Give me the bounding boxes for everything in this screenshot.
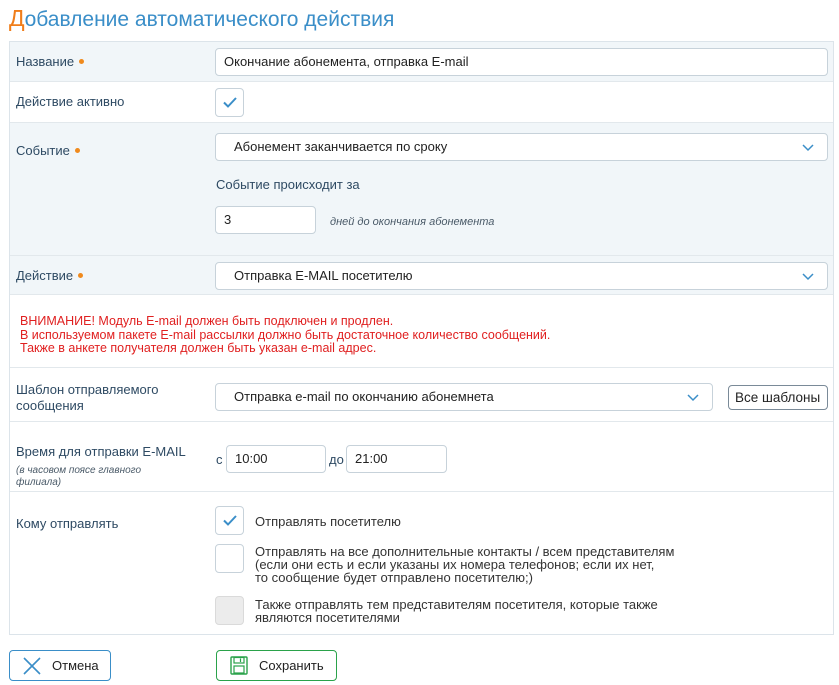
floppy-disk-icon xyxy=(230,656,248,675)
template-row: Шаблон отправляемого сообщения Отправка … xyxy=(10,368,833,422)
chevron-down-icon xyxy=(802,144,814,152)
send-to-visitor-label: Отправлять посетителю xyxy=(255,514,401,529)
warning-row: ВНИМАНИЕ! Модуль E-mail должен быть подк… xyxy=(10,295,833,368)
send-to-contacts-label: Отправлять на все дополнительные контакт… xyxy=(255,544,675,585)
send-to-representatives-label: Также отправлять тем представителям посе… xyxy=(255,597,658,625)
days-hint: дней до окончания абонемента xyxy=(330,216,495,228)
days-input[interactable]: 3 xyxy=(215,206,316,234)
required-dot-icon xyxy=(79,59,85,65)
action-label: Действие xyxy=(16,268,84,284)
send-to-visitor-representatives-checkbox[interactable] xyxy=(215,596,244,625)
active-label: Действие активно xyxy=(16,94,125,109)
name-row: Название Окончание абонемента, отправка … xyxy=(10,42,833,82)
send-to-visitor-checkbox[interactable] xyxy=(215,506,244,535)
name-input[interactable]: Окончание абонемента, отправка E-mail xyxy=(215,48,828,76)
event-occurs-label: Событие происходит за xyxy=(216,177,360,192)
all-templates-button[interactable]: Все шаблоны xyxy=(728,385,828,410)
action-select[interactable]: Отправка E-MAIL посетителю xyxy=(215,262,828,290)
send-to-contacts-checkbox[interactable] xyxy=(215,544,244,573)
email-warning: ВНИМАНИЕ! Модуль E-mail должен быть подк… xyxy=(20,314,551,355)
time-note: (в часовом поясе главного филиала) xyxy=(16,465,142,488)
cancel-button[interactable]: Отмена xyxy=(9,650,111,681)
event-row: Событие Абонемент заканчивается по сроку… xyxy=(10,123,833,256)
time-to-input[interactable]: 21:00 xyxy=(346,445,447,473)
required-dot-icon xyxy=(78,273,84,279)
time-from-input[interactable]: 10:00 xyxy=(226,445,326,473)
active-row: Действие активно xyxy=(10,82,833,123)
save-button[interactable]: Сохранить xyxy=(216,650,337,681)
check-icon xyxy=(223,515,237,526)
active-checkbox[interactable] xyxy=(215,88,244,117)
recipients-label: Кому отправлять xyxy=(16,516,119,531)
time-from-label: с xyxy=(216,452,223,467)
template-select[interactable]: Отправка e-mail по окончанию абонемнета xyxy=(215,383,713,411)
time-to-label: до xyxy=(329,452,344,467)
event-label: Событие xyxy=(16,143,80,159)
close-icon xyxy=(23,657,41,675)
chevron-down-icon xyxy=(802,273,814,281)
page-title: Добавление автоматического действия xyxy=(9,5,395,31)
time-row: Время для отправки E-MAIL (в часовом поя… xyxy=(10,422,833,492)
chevron-down-icon xyxy=(687,394,699,402)
check-icon xyxy=(223,97,237,108)
name-label: Название xyxy=(16,54,85,70)
action-row: Действие Отправка E-MAIL посетителю xyxy=(10,256,833,295)
event-select[interactable]: Абонемент заканчивается по сроку xyxy=(215,133,828,161)
automation-form: Название Окончание абонемента, отправка … xyxy=(9,41,834,635)
required-dot-icon xyxy=(74,148,80,154)
template-label: Шаблон отправляемого сообщения xyxy=(16,382,159,413)
recipients-row: Кому отправлять Отправлять посетителю От… xyxy=(10,492,833,635)
time-label: Время для отправки E-MAIL xyxy=(16,444,186,459)
